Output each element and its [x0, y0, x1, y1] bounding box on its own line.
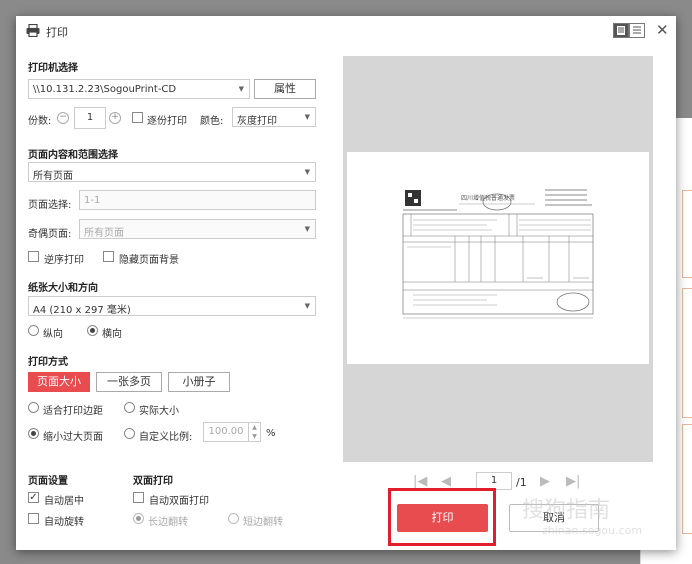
paper-size-value: A4 (210 x 297 毫米) — [33, 305, 131, 316]
copies-decrement-button[interactable]: − — [57, 112, 69, 124]
copies-increment-button[interactable]: + — [109, 112, 121, 124]
printer-icon — [26, 23, 40, 40]
auto-center-label: 自动居中 — [44, 496, 84, 507]
background-table-border — [682, 288, 692, 418]
previous-page-icon[interactable]: ◀ — [441, 474, 451, 489]
background-table-border — [682, 190, 692, 278]
chevron-down-icon: ▼ — [304, 225, 310, 233]
auto-rotate-checkbox[interactable] — [28, 513, 39, 524]
fit-margin-label: 适合打印边距 — [43, 406, 103, 417]
dialog-title: 打印 — [46, 26, 68, 39]
close-icon[interactable]: ✕ — [656, 21, 669, 39]
portrait-radio[interactable] — [28, 325, 39, 336]
page-select-placeholder: 1-1 — [84, 195, 101, 206]
auto-center-checkbox[interactable]: ✓ — [28, 492, 39, 503]
odd-even-select-value: 所有页面 — [84, 228, 124, 239]
content-select-value: 所有页面 — [33, 171, 73, 182]
invoice-preview: 四川增值税普通发票 — [402, 189, 594, 319]
chevron-down-icon: ▼ — [304, 302, 310, 310]
total-pages-label: /1 — [516, 476, 527, 489]
page-select-input[interactable]: 1-1 — [79, 190, 316, 210]
color-select-value: 灰度打印 — [237, 116, 277, 127]
paper-size-select[interactable]: A4 (210 x 297 毫米) ▼ — [28, 296, 316, 316]
scale-stepper[interactable]: ▲ ▼ — [249, 422, 261, 442]
auto-duplex-checkbox[interactable] — [133, 492, 144, 503]
custom-scale-radio[interactable] — [124, 428, 135, 439]
short-edge-label: 短边翻转 — [243, 517, 283, 528]
title-bar: 打印 ✕ — [16, 16, 676, 46]
copies-label: 份数: — [28, 116, 52, 127]
watermark-url: zhinan.sogou.com — [542, 524, 643, 537]
tab-page-size[interactable]: 页面大小 — [28, 372, 90, 392]
scale-input[interactable]: 100.00 — [203, 422, 249, 442]
next-page-icon[interactable]: ▶ — [540, 474, 550, 489]
fit-margin-radio[interactable] — [28, 402, 39, 413]
odd-even-select[interactable]: 所有页面 ▼ — [79, 219, 316, 239]
long-edge-radio[interactable] — [133, 513, 144, 524]
first-page-icon[interactable]: |◀ — [413, 474, 427, 489]
chevron-down-icon: ▼ — [304, 113, 310, 121]
last-page-icon[interactable]: ▶| — [566, 474, 580, 489]
auto-rotate-label: 自动旋转 — [44, 517, 84, 528]
print-button[interactable]: 打印 — [397, 504, 488, 532]
odd-even-label: 奇偶页面: — [28, 229, 72, 240]
watermark-logo: 搜狗指南 — [522, 498, 611, 523]
landscape-radio[interactable] — [87, 325, 98, 336]
short-edge-radio[interactable] — [228, 513, 239, 524]
actual-size-radio[interactable] — [124, 402, 135, 413]
reverse-print-checkbox[interactable] — [28, 251, 39, 262]
print-preview-area: 四川增值税普通发票 — [343, 56, 653, 462]
custom-scale-label: 自定义比例: — [139, 432, 193, 443]
invoice-title: 四川增值税普通发票 — [461, 194, 515, 202]
reverse-print-label: 逆序打印 — [44, 255, 84, 266]
shrink-oversized-label: 缩小过大页面 — [43, 432, 103, 443]
shrink-oversized-radio[interactable] — [28, 428, 39, 439]
hide-background-checkbox[interactable] — [103, 251, 114, 262]
landscape-label: 横向 — [102, 329, 122, 340]
chevron-down-icon: ▼ — [304, 168, 310, 176]
printer-select-value: \\10.131.2.23\SogouPrint-CD — [33, 84, 177, 95]
color-select[interactable]: 灰度打印 ▼ — [232, 107, 316, 127]
range-section-title: 页面内容和范围选择 — [28, 150, 118, 161]
mode-section-title: 打印方式 — [28, 357, 68, 368]
preview-page: 四川增值税普通发票 — [347, 152, 649, 364]
content-select[interactable]: 所有页面 ▼ — [28, 162, 316, 182]
percent-label: % — [266, 428, 276, 439]
duplex-section-title: 双面打印 — [133, 476, 173, 487]
paper-section-title: 纸张大小和方向 — [28, 283, 98, 294]
tab-multiple-pages[interactable]: 一张多页 — [96, 372, 162, 392]
chevron-down-icon: ▼ — [238, 85, 244, 93]
print-dialog: 打印 ✕ 打印机选择 \\10.131.2.23\SogouPrint-CD ▼… — [16, 16, 676, 550]
collate-label: 逐份打印 — [147, 116, 187, 127]
printer-select[interactable]: \\10.131.2.23\SogouPrint-CD ▼ — [28, 79, 250, 99]
printer-properties-button[interactable]: 属性 — [254, 79, 316, 99]
page-select-label: 页面选择: — [28, 200, 72, 211]
collate-checkbox[interactable] — [132, 112, 143, 123]
tab-booklet[interactable]: 小册子 — [168, 372, 230, 392]
actual-size-label: 实际大小 — [139, 406, 179, 417]
page-setup-section-title: 页面设置 — [28, 476, 68, 487]
long-edge-label: 长边翻转 — [148, 517, 188, 528]
printer-section-title: 打印机选择 — [28, 63, 78, 74]
portrait-label: 纵向 — [43, 329, 63, 340]
auto-duplex-label: 自动双面打印 — [149, 496, 209, 507]
view-mode-single-icon[interactable] — [613, 23, 629, 38]
copies-input[interactable]: 1 — [74, 107, 106, 129]
view-mode-list-icon[interactable] — [629, 23, 645, 38]
hide-background-label: 隐藏页面背景 — [119, 255, 179, 266]
background-table-border — [682, 424, 692, 534]
color-label: 颜色: — [200, 116, 224, 127]
